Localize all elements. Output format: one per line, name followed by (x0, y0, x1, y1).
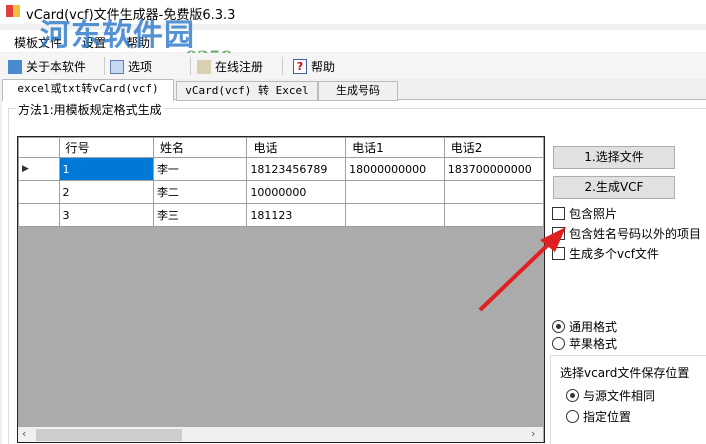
arrow-shaft (478, 238, 555, 312)
red-arrow-annotation (478, 227, 566, 312)
